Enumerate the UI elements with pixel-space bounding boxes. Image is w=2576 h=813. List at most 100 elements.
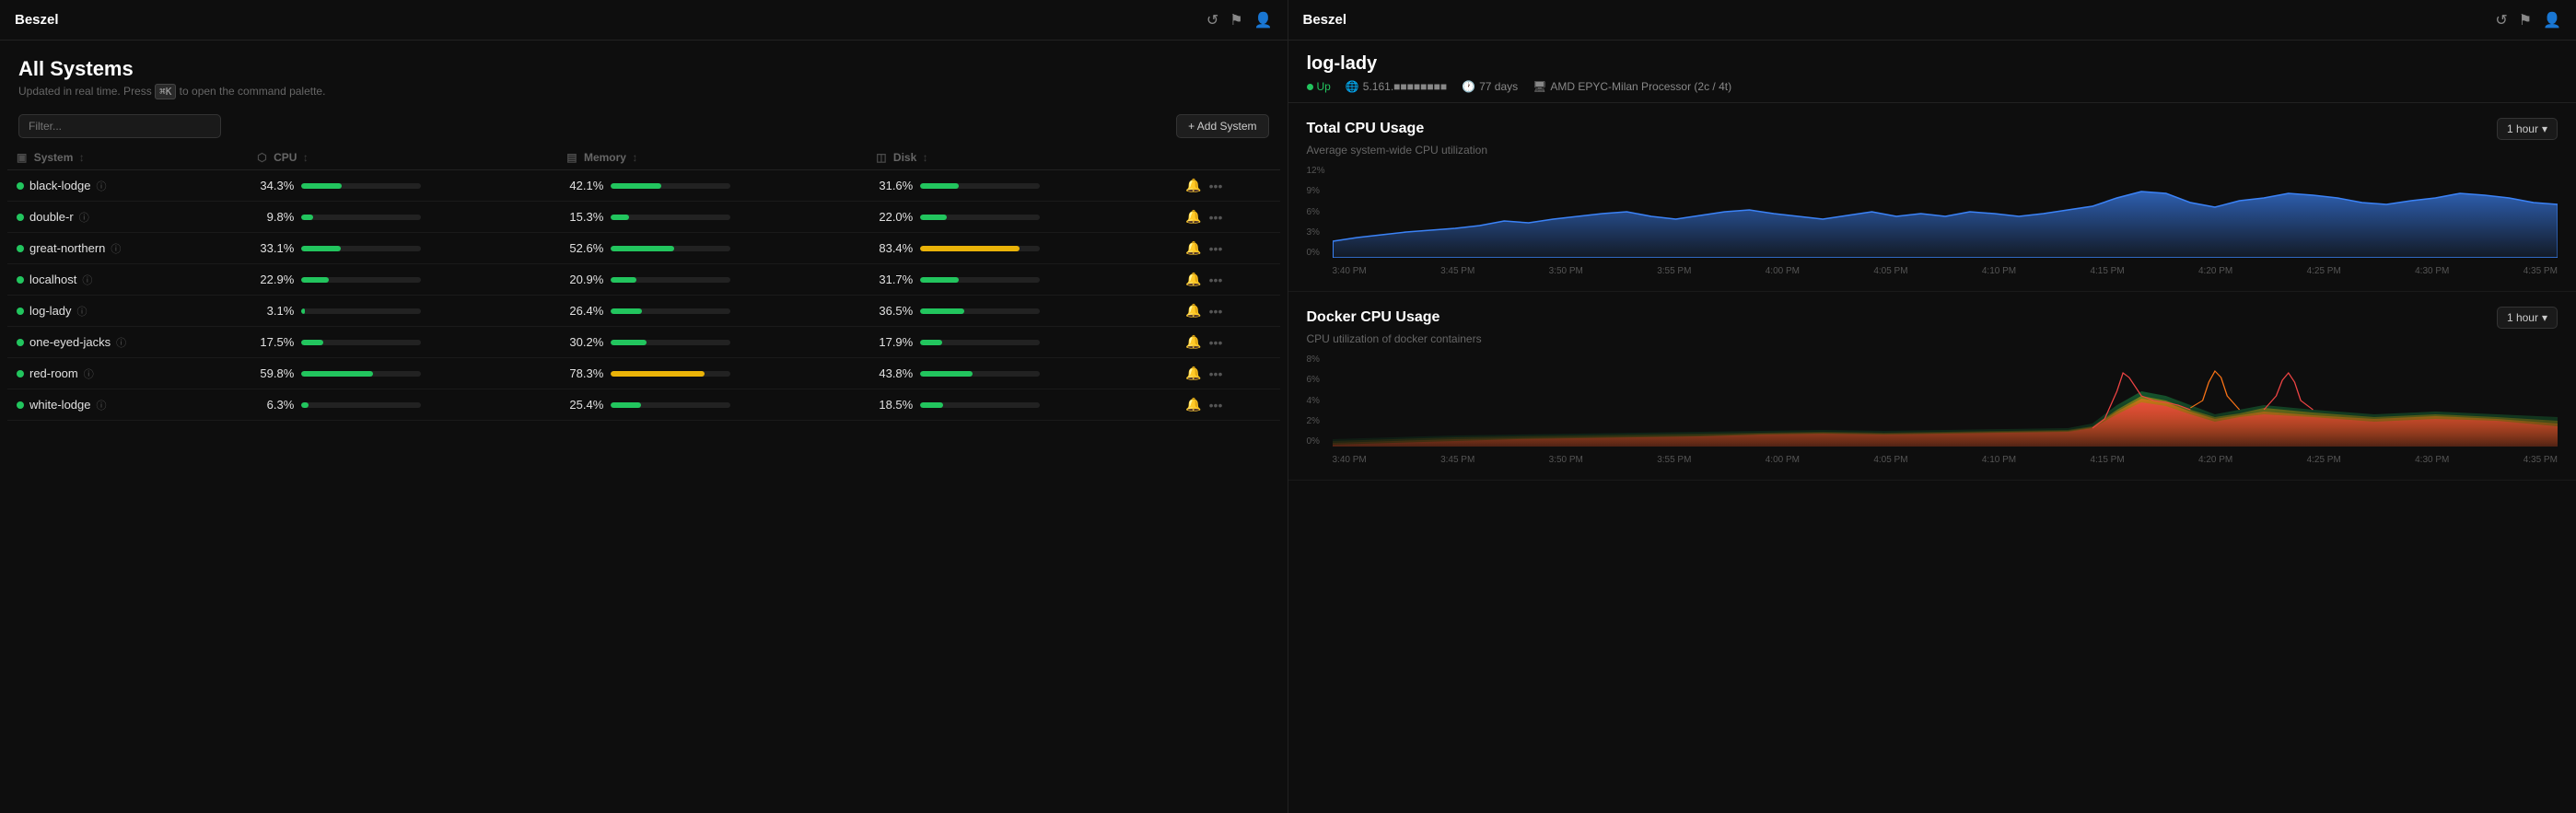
system-cell: red-room ⓘ [7, 358, 248, 389]
cpu-bar-container [301, 215, 421, 220]
memory-bar [611, 402, 641, 408]
status-dot [17, 182, 24, 190]
uptime-value: 77 days [1479, 80, 1518, 93]
right-logo: Beszel [1303, 12, 1347, 28]
total-cpu-svg [1333, 166, 2559, 258]
chip-icon: 🖥 [1533, 80, 1546, 93]
docker-cpu-y-labels: 8% 6% 4% 2% 0% [1307, 354, 1333, 447]
system-name: red-room [29, 366, 78, 380]
table-row[interactable]: black-lodge ⓘ 34.3% 42.1% [7, 170, 1280, 202]
memory-bar-container [611, 371, 730, 377]
docker-cpu-svg-container [1333, 354, 2559, 447]
table-row[interactable]: red-room ⓘ 59.8% 78.3% [7, 358, 1280, 389]
right-user-icon[interactable]: 👤 [2543, 11, 2561, 29]
right-refresh-icon[interactable]: ↺ [2495, 11, 2507, 29]
disk-bar-container [920, 246, 1040, 251]
total-cpu-time-selector[interactable]: 1 hour ▾ [2497, 118, 2558, 140]
total-cpu-chart-area: 12% 9% 6% 3% 0% [1307, 166, 2559, 276]
add-system-button[interactable]: + Add System [1176, 114, 1268, 138]
cpu-bar-container [301, 246, 421, 251]
memory-value: 25.4% [566, 398, 603, 412]
memory-bar [611, 340, 647, 345]
status-dot [17, 401, 24, 409]
col-system[interactable]: ▣ System ↕ [7, 145, 248, 170]
total-cpu-chart-section: Total CPU Usage 1 hour ▾ Average system-… [1288, 103, 2576, 292]
right-flag-icon[interactable]: ⚑ [2519, 11, 2532, 29]
system-name: black-lodge [29, 179, 91, 192]
system-cell: localhost ⓘ [7, 264, 248, 296]
table-row[interactable]: great-northern ⓘ 33.1% 52.6% [7, 233, 1280, 264]
memory-bar-container [611, 308, 730, 314]
memory-bar [611, 183, 661, 189]
total-cpu-title: Total CPU Usage [1307, 121, 1425, 137]
disk-cell: 43.8% [867, 358, 1176, 389]
memory-bar [611, 246, 674, 251]
cpu-cell: 59.8% [248, 358, 557, 389]
info-icon: ⓘ [97, 179, 107, 193]
more-icon[interactable]: ••• [1209, 241, 1223, 256]
system-name: double-r [29, 210, 74, 224]
sort-icon-system: ↕ [79, 151, 85, 164]
docker-chevron-down-icon: ▾ [2542, 311, 2547, 324]
bell-icon[interactable]: 🔔 [1185, 209, 1201, 225]
filter-input[interactable] [18, 114, 221, 138]
bell-icon[interactable]: 🔔 [1185, 334, 1201, 350]
more-icon[interactable]: ••• [1209, 273, 1223, 287]
memory-value: 30.2% [566, 335, 603, 349]
table-row[interactable]: one-eyed-jacks ⓘ 17.5% 30.2% [7, 327, 1280, 358]
cpu-bar-container [301, 340, 421, 345]
ip-item: 🌐 5.161.■■■■■■■■ [1346, 80, 1447, 93]
flag-icon[interactable]: ⚑ [1230, 11, 1242, 29]
cpu-bar [301, 402, 309, 408]
col-memory[interactable]: ▤ Memory ↕ [557, 145, 867, 170]
globe-icon: 🌐 [1346, 80, 1359, 93]
cpu-value: 17.5% [257, 335, 294, 349]
system-name: log-lady [29, 304, 72, 318]
actions-cell: 🔔 ••• [1176, 170, 1279, 202]
bell-icon[interactable]: 🔔 [1185, 240, 1201, 256]
total-cpu-chart-header: Total CPU Usage 1 hour ▾ [1307, 118, 2559, 140]
col-disk[interactable]: ◫ Disk ↕ [867, 145, 1176, 170]
info-icon: ⓘ [77, 304, 87, 319]
memory-value: 15.3% [566, 210, 603, 224]
memory-icon: ▤ [566, 151, 577, 164]
cpu-value: 3.1% [257, 304, 294, 318]
left-panel: Beszel ↺ ⚑ 👤 All Systems Updated in real… [0, 0, 1288, 813]
refresh-icon[interactable]: ↺ [1206, 11, 1218, 29]
total-cpu-x-labels: 3:40 PM 3:45 PM 3:50 PM 3:55 PM 4:00 PM … [1333, 266, 2559, 276]
cpu-bar [301, 371, 373, 377]
memory-bar-container [611, 246, 730, 251]
disk-cell: 31.6% [867, 170, 1176, 202]
more-icon[interactable]: ••• [1209, 366, 1223, 381]
table-row[interactable]: white-lodge ⓘ 6.3% 25.4% [7, 389, 1280, 421]
bell-icon[interactable]: 🔔 [1185, 366, 1201, 381]
table-row[interactable]: localhost ⓘ 22.9% 20.9% [7, 264, 1280, 296]
user-icon[interactable]: 👤 [1254, 11, 1273, 29]
cpu-info-value: AMD EPYC-Milan Processor (2c / 4t) [1550, 80, 1731, 93]
status-dot [17, 245, 24, 252]
system-cell: great-northern ⓘ [7, 233, 248, 264]
cpu-cell: 6.3% [248, 389, 557, 421]
right-header: Beszel ↺ ⚑ 👤 [1288, 0, 2576, 41]
col-cpu[interactable]: ⬡ CPU ↕ [248, 145, 557, 170]
cpu-cell: 22.9% [248, 264, 557, 296]
bell-icon[interactable]: 🔔 [1185, 272, 1201, 287]
more-icon[interactable]: ••• [1209, 398, 1223, 412]
disk-value: 22.0% [876, 210, 913, 224]
disk-bar-container [920, 183, 1040, 189]
more-icon[interactable]: ••• [1209, 179, 1223, 193]
system-cell: one-eyed-jacks ⓘ [7, 327, 248, 358]
table-row[interactable]: log-lady ⓘ 3.1% 26.4% [7, 296, 1280, 327]
bell-icon[interactable]: 🔔 [1185, 397, 1201, 412]
actions-cell: 🔔 ••• [1176, 202, 1279, 233]
disk-bar-container [920, 308, 1040, 314]
disk-icon: ◫ [876, 151, 886, 164]
more-icon[interactable]: ••• [1209, 210, 1223, 225]
system-name: white-lodge [29, 398, 91, 412]
more-icon[interactable]: ••• [1209, 335, 1223, 350]
table-row[interactable]: double-r ⓘ 9.8% 15.3% [7, 202, 1280, 233]
bell-icon[interactable]: 🔔 [1185, 178, 1201, 193]
bell-icon[interactable]: 🔔 [1185, 303, 1201, 319]
docker-cpu-time-selector[interactable]: 1 hour ▾ [2497, 307, 2558, 329]
more-icon[interactable]: ••• [1209, 304, 1223, 319]
